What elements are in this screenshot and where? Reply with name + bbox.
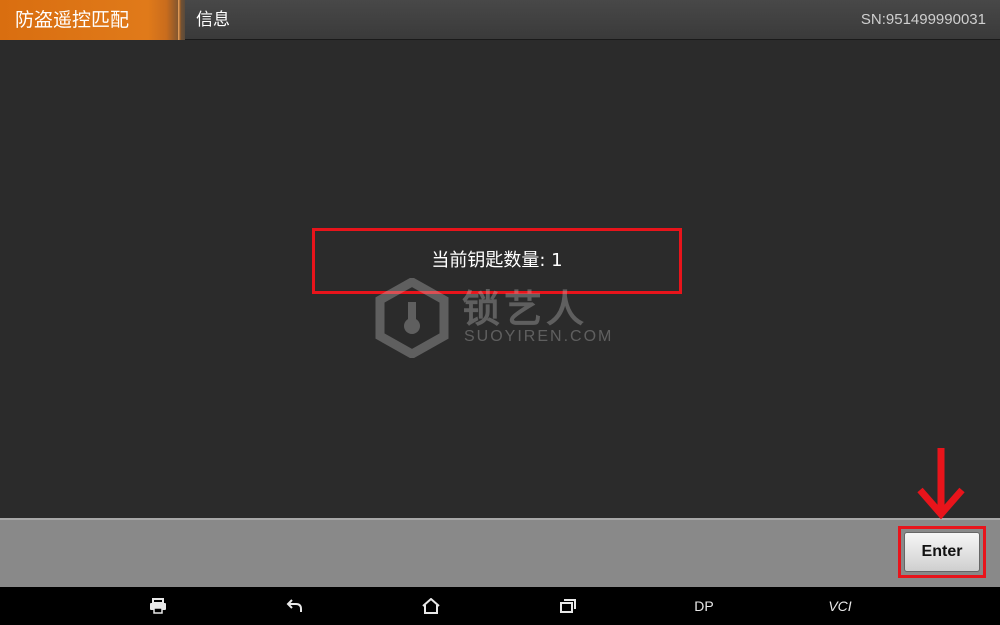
back-icon[interactable]: [275, 587, 315, 625]
system-nav-bar: DP VCI: [0, 587, 1000, 625]
print-icon[interactable]: [138, 587, 178, 625]
recent-apps-icon[interactable]: [548, 587, 588, 625]
dp-button[interactable]: DP: [684, 587, 724, 625]
vci-label: VCI: [828, 598, 852, 614]
down-arrow-icon: [917, 448, 965, 520]
app-title: 防盗遥控匹配: [15, 9, 130, 31]
serial-number: SN:951499990031: [860, 11, 986, 28]
dp-label: DP: [694, 598, 714, 614]
app-title-tab[interactable]: 防盗遥控匹配: [0, 0, 185, 40]
tab-separator: [178, 0, 181, 40]
enter-button[interactable]: Enter: [904, 532, 980, 572]
watermark-brand-cn: 锁艺人: [462, 287, 589, 331]
vci-button[interactable]: VCI: [820, 587, 860, 625]
watermark-logo: 锁艺人 SUOYIREN.COM: [372, 276, 652, 360]
watermark-brand-en: SUOYIREN.COM: [464, 328, 614, 345]
content-area: 当前钥匙数量: 1 锁艺人 SUOYIREN.COM: [0, 40, 1000, 518]
page-title: 信息: [196, 10, 230, 30]
title-bar: 防盗遥控匹配 信息 SN:951499990031: [0, 0, 1000, 40]
action-bar: [0, 518, 1000, 587]
watermark-shield-icon: [375, 276, 449, 360]
home-icon[interactable]: [411, 587, 451, 625]
